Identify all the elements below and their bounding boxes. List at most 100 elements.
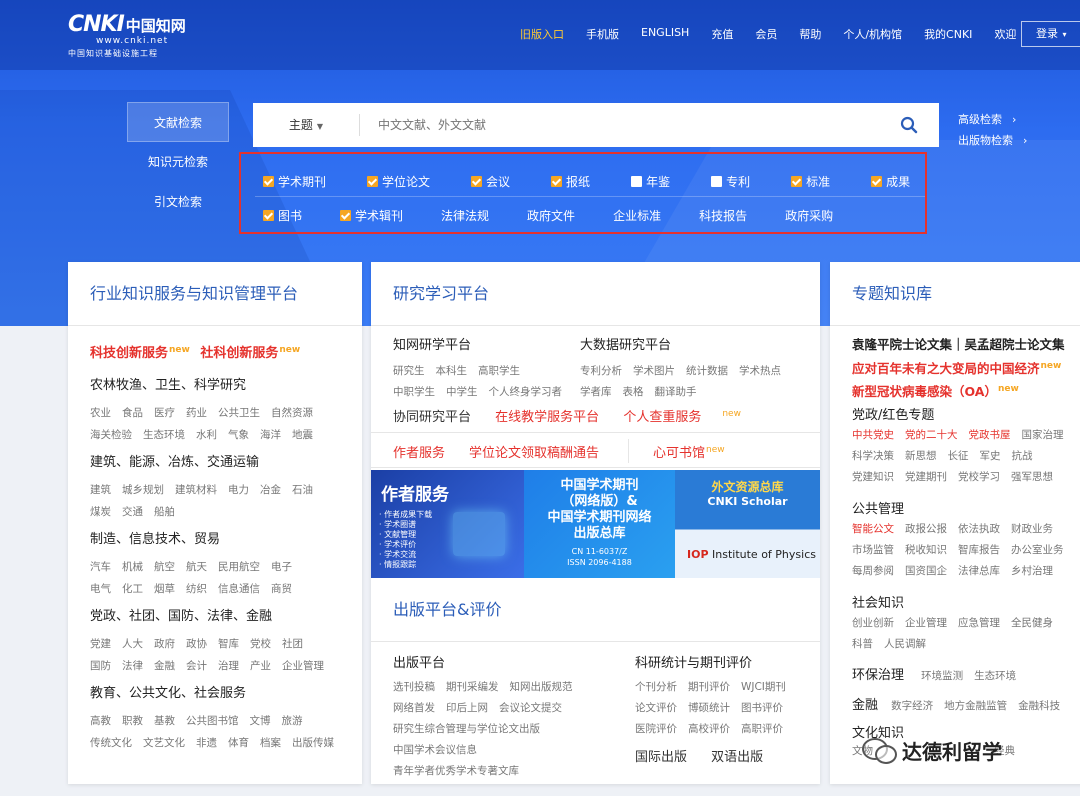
xinke-library-link[interactable]: 心可书馆new — [653, 442, 725, 461]
tag-link[interactable]: 农业 — [90, 407, 111, 419]
search-input[interactable] — [360, 105, 879, 145]
tag-link[interactable]: 汽车 — [90, 561, 111, 573]
tag-link[interactable]: 船舶 — [154, 506, 175, 518]
tag-link[interactable]: WJCI期刊 — [741, 681, 786, 693]
tag-link[interactable]: 水利 — [196, 429, 217, 441]
tag-link[interactable]: 国防 — [90, 660, 111, 672]
tag-link[interactable]: 电子 — [271, 561, 292, 573]
tag-link[interactable]: 网络首发 — [393, 702, 435, 714]
covid-topic-link[interactable]: 新型冠状病毒感染（OA）new — [852, 381, 1019, 400]
tag-link[interactable]: 电气 — [90, 583, 111, 595]
tag-link[interactable]: 食品 — [122, 407, 143, 419]
industry-group-title[interactable]: 建筑、能源、冶炼、交通运输 — [90, 451, 324, 470]
tag-link[interactable]: 高职评价 — [741, 723, 783, 735]
tag-link[interactable]: 市场监管 — [852, 544, 894, 556]
tag-link[interactable]: 石油 — [292, 484, 313, 496]
tag-link[interactable]: 机械 — [122, 561, 143, 573]
tag-link[interactable]: 办公室业务 — [1011, 544, 1064, 556]
tag-link[interactable]: 人大 — [122, 638, 143, 650]
tag-link[interactable]: 每周参阅 — [852, 565, 894, 577]
tag-link[interactable]: 新思想 — [905, 450, 937, 462]
tag-link[interactable]: 高校评价 — [688, 723, 730, 735]
tag-link[interactable]: 个刊分析 — [635, 681, 677, 693]
tag-link[interactable]: 科普 — [852, 638, 873, 650]
tag-link[interactable]: 高教 — [90, 715, 111, 727]
thesis-royalty-link[interactable]: 学位论文领取稿酬通告 — [469, 442, 599, 461]
author-service-banner[interactable]: 作者服务 · 作者成果下载 · 学术圈谱 · 文献管理 · 学术评价 · 学术交流 · 情… — [371, 470, 524, 578]
academician-collection-link[interactable]: 袁隆平院士论文集｜吴孟超院士论文集 — [852, 334, 1065, 353]
tag-link[interactable]: 政协 — [186, 638, 207, 650]
tag-link[interactable]: 党建知识 — [852, 471, 894, 483]
tag-link[interactable]: 期刊采编发 — [446, 681, 499, 693]
author-service-link[interactable]: 作者服务 — [393, 442, 445, 461]
tag-link[interactable]: 医疗 — [154, 407, 175, 419]
nav-english[interactable]: ENGLISH — [641, 26, 689, 42]
tag-link[interactable]: 纺织 — [186, 583, 207, 595]
tag-link[interactable]: 本科生 — [436, 365, 468, 377]
tag-link[interactable]: 地震 — [292, 429, 313, 441]
tag-link[interactable]: 城乡规划 — [122, 484, 164, 496]
topic-group-title[interactable]: 社会知识 — [852, 592, 1064, 611]
database-checkbox[interactable]: 会议 — [471, 173, 510, 190]
env-title[interactable]: 环保治理 — [852, 668, 904, 683]
tab-knowledge-search[interactable]: 知识元检索 — [127, 142, 229, 182]
bigdata-title[interactable]: 大数据研究平台 — [580, 334, 792, 353]
tag-link[interactable]: 基教 — [154, 715, 175, 727]
tag-link[interactable]: 应急管理 — [958, 617, 1000, 629]
bilingual-publishing-link[interactable]: 双语出版 — [711, 750, 763, 765]
journal-database-banner[interactable]: 中国学术期刊 （网络版）& 中国学术期刊网络 出版总库 CN 11-6037/Z ISS… — [524, 470, 675, 578]
tag-link[interactable]: 建筑 — [90, 484, 111, 496]
tag-link[interactable]: 国资国企 — [905, 565, 947, 577]
tag-link[interactable]: 强军思想 — [1011, 471, 1053, 483]
tag-link[interactable]: 党校学习 — [958, 471, 1000, 483]
database-checkbox[interactable]: 成果 — [871, 173, 910, 190]
industry-group-title[interactable]: 党政、社团、国防、法律、金融 — [90, 605, 335, 624]
tag-link[interactable]: 创业创新 — [852, 617, 894, 629]
tag-link[interactable]: 海关检验 — [90, 429, 132, 441]
tag-link[interactable]: 建筑材料 — [175, 484, 217, 496]
tag-link[interactable]: 个人终身学习者 — [489, 386, 563, 398]
tag-link[interactable]: 海洋 — [260, 429, 281, 441]
tag-link[interactable]: 学术热点 — [739, 365, 781, 377]
tag-link[interactable]: 军史 — [980, 450, 1001, 462]
tag-link[interactable]: 党的二十大 — [905, 429, 958, 441]
nav-my-cnki[interactable]: 我的CNKI — [924, 26, 972, 42]
tag-link[interactable]: 企业管理 — [282, 660, 324, 672]
tag-link[interactable]: 全民健身 — [1011, 617, 1053, 629]
tag-link[interactable]: 信息通信 — [218, 583, 260, 595]
tag-link[interactable]: 青年学者优秀学术专著文库 — [393, 765, 519, 777]
database-checkbox[interactable]: 专利 — [711, 173, 750, 190]
tag-link[interactable]: 表格 — [623, 386, 644, 398]
tag-link[interactable]: 金融科技 — [1018, 700, 1060, 712]
tag-link[interactable]: 财政业务 — [1011, 523, 1053, 535]
tag-link[interactable]: 药业 — [186, 407, 207, 419]
industry-group-title[interactable]: 制造、信息技术、贸易 — [90, 528, 303, 547]
database-checkbox[interactable]: 企业标准 — [613, 207, 661, 224]
tag-link[interactable]: 智能公文 — [852, 523, 894, 535]
international-publishing-link[interactable]: 国际出版 — [635, 750, 687, 765]
database-checkbox[interactable]: 法律法规 — [441, 207, 489, 224]
tag-link[interactable]: 学者库 — [580, 386, 612, 398]
cnki-logo[interactable]: CNKI 中国知网 www.cnki.net 中国知识基础设施工程 — [68, 12, 208, 58]
tag-link[interactable]: 金融 — [154, 660, 175, 672]
tag-link[interactable]: 专利分析 — [580, 365, 622, 377]
tag-link[interactable]: 职教 — [122, 715, 143, 727]
tag-link[interactable]: 产业 — [250, 660, 271, 672]
nav-institution[interactable]: 个人/机构馆 — [843, 26, 902, 42]
tag-link[interactable]: 政府 — [154, 638, 175, 650]
tag-link[interactable]: 生态环境 — [974, 670, 1016, 682]
tag-link[interactable]: 出版传媒 — [292, 737, 334, 749]
industry-group-title[interactable]: 教育、公共文化、社会服务 — [90, 682, 345, 701]
tag-link[interactable]: 长征 — [948, 450, 969, 462]
collab-research-link[interactable]: 协同研究平台 — [393, 410, 471, 425]
tag-link[interactable]: 知网出版规范 — [510, 681, 573, 693]
advanced-search-link[interactable]: 高级检索 › — [958, 109, 1027, 130]
tag-link[interactable]: 党政书屋 — [969, 429, 1011, 441]
tag-link[interactable]: 治理 — [218, 660, 239, 672]
tag-link[interactable]: 学术图片 — [633, 365, 675, 377]
tag-link[interactable]: 党建期刊 — [905, 471, 947, 483]
tag-link[interactable]: 体育 — [228, 737, 249, 749]
tag-link[interactable]: 文博 — [250, 715, 271, 727]
topic-group-title[interactable]: 公共管理 — [852, 498, 1075, 517]
tag-link[interactable]: 气象 — [228, 429, 249, 441]
